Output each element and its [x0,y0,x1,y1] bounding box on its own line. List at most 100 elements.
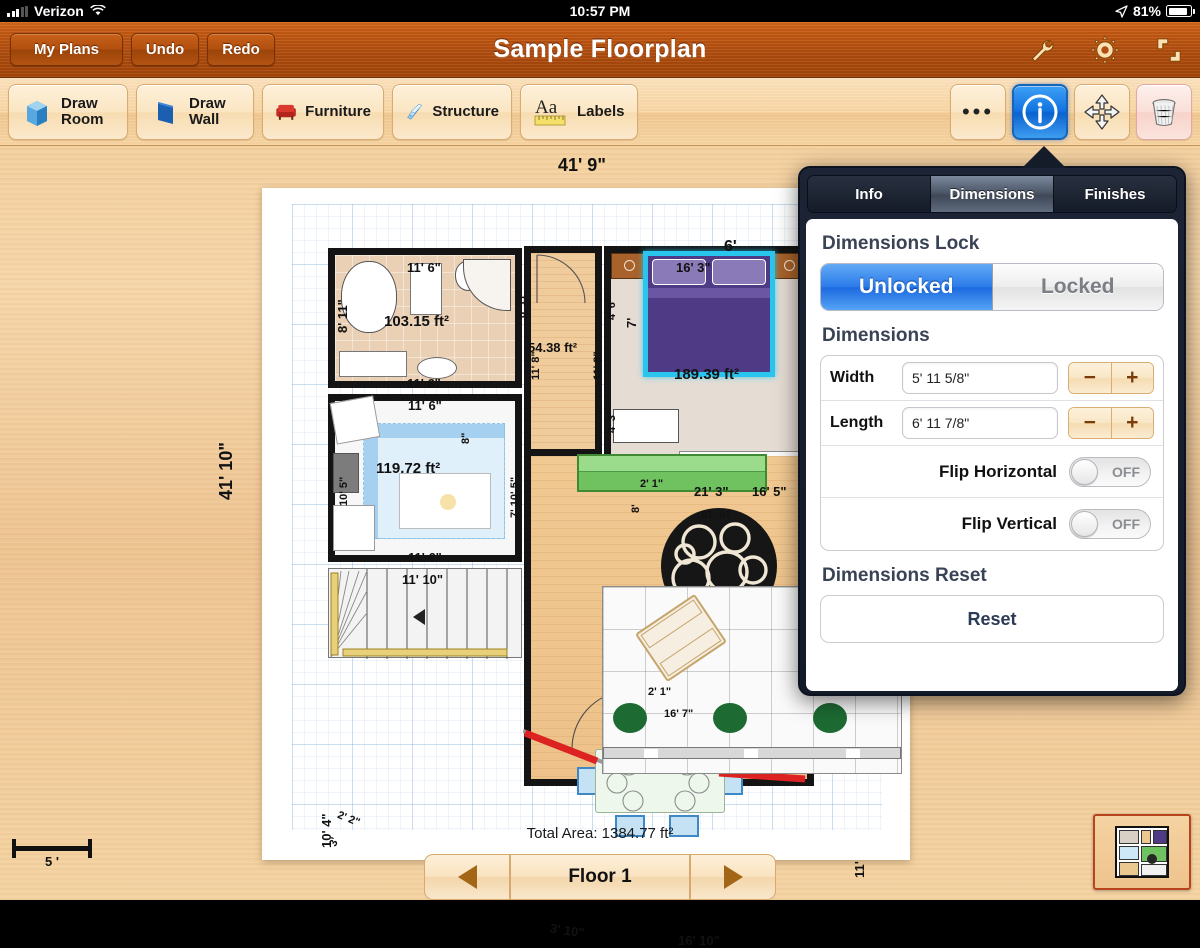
flip-horizontal-knob [1071,459,1098,485]
dim-bed-left: 7' [624,318,639,328]
flip-vertical-row: Flip Vertical OFF [821,498,1163,550]
tool-draw-wall[interactable]: DrawWall [136,84,254,140]
title-bar-right-icons [1024,33,1186,67]
tool-draw-room[interactable]: DrawRoom [8,84,128,140]
tool-structure-label: Structure [432,104,499,120]
svg-text:Aa: Aa [535,97,558,118]
dim-extra-5: 2' 1" [640,478,663,490]
popover-tab-bar: Info Dimensions Finishes [807,175,1177,213]
door-arc [533,253,595,309]
dim-patio-b: 2' 1" [648,686,671,698]
dim-kids-nook: 8" [460,433,472,444]
labels-aa-ruler-icon: Aa [533,95,569,129]
redo-button[interactable]: Redo [207,33,275,66]
flip-horizontal-state: OFF [1112,464,1140,480]
length-minus-button[interactable]: − [1069,408,1112,438]
flip-horizontal-toggle[interactable]: OFF [1069,457,1151,487]
dim-bath-top: 11' 6" [407,260,441,275]
undo-button[interactable]: Undo [131,33,199,66]
shrub-2 [713,703,747,733]
overall-height-label: 41' 10" [216,442,237,500]
wrench-icon[interactable] [1024,33,1058,67]
flip-horizontal-label: Flip Horizontal [939,462,1057,482]
info-circle-glyph [1019,91,1061,133]
tool-structure[interactable]: Structure [392,84,512,140]
tool-furniture[interactable]: Furniture [262,84,384,140]
move-arrows-icon[interactable] [1074,84,1130,140]
width-minus-button[interactable]: − [1069,363,1112,393]
expand-icon[interactable] [1152,33,1186,67]
dim-bed-inner-1: 4' 6" [606,297,618,320]
arrow-right-icon [724,865,743,889]
more-ellipsis-icon[interactable]: ••• [950,84,1006,140]
shelf [333,505,375,551]
patio-lounger [635,594,727,682]
dim-extra-2: 16' 5" [752,484,787,499]
dim-bed-inner-2: 4' 3" [606,410,618,433]
scale-bar-label: 5 ' [12,854,92,869]
sofa [577,454,767,492]
dim-bath-left: 8' 11" [335,299,350,333]
scale-bar-line [14,846,90,851]
flip-horizontal-row: Flip Horizontal OFF [821,446,1163,498]
dim-living-angle-right: 3' 10" [549,921,585,941]
dimensions-lock-title: Dimensions Lock [822,233,1164,255]
nightstand-left [611,253,647,279]
width-stepper: − + [1068,362,1154,394]
dim-bed-top: 16' 3" [676,260,711,275]
area-kids-bedroom: 119.72 ft² [376,460,440,477]
shrub-3 [813,703,847,733]
length-label: Length [830,414,892,432]
info-icon[interactable] [1012,84,1068,140]
dimensions-group: Width 5' 11 5/8" − + Length 6' 11 7/8" −… [820,355,1164,551]
plan-thumbnail[interactable] [1093,814,1191,890]
overall-width-label: 41' 9" [558,155,606,176]
four-way-arrow-glyph [1082,92,1122,132]
dimensions-reset-title: Dimensions Reset [822,565,1164,587]
tool-labels-label: Labels [577,104,625,120]
width-label: Width [830,369,892,387]
main-toolbar: DrawRoom DrawWall Furniture [0,78,1200,146]
length-plus-button[interactable]: + [1112,408,1154,438]
dim-living-right: 11' [852,861,867,878]
reset-button[interactable]: Reset [820,595,1164,643]
floor-next-button[interactable] [690,854,776,900]
width-input[interactable]: 5' 11 5/8" [902,362,1058,394]
floor-prev-button[interactable] [424,854,510,900]
patio-wall [603,747,901,759]
dimensions-popover: Info Dimensions Finishes Dimensions Lock… [798,166,1186,696]
flip-vertical-knob [1071,511,1098,537]
scale-bar: 5 ' [12,846,92,869]
trash-icon[interactable] [1136,84,1192,140]
room-kids-bedroom[interactable] [328,394,522,562]
battery-icon [1166,5,1192,17]
bed-kids [399,473,491,529]
location-arrow-icon [1115,5,1128,18]
area-bedroom: 189.39 ft² [674,366,739,383]
floor-name-label[interactable]: Floor 1 [510,854,690,900]
tab-info[interactable]: Info [808,176,931,212]
my-plans-button[interactable]: My Plans [10,33,123,66]
width-plus-button[interactable]: + [1112,363,1154,393]
lock-option-unlocked[interactable]: Unlocked [821,264,993,310]
status-bar-right: 81% [1115,3,1192,19]
flip-vertical-state: OFF [1112,516,1140,532]
trash-can-glyph [1146,94,1182,130]
tab-dimensions[interactable]: Dimensions [931,176,1054,212]
tool-labels[interactable]: Aa Labels [520,84,638,140]
gear-icon[interactable] [1088,33,1122,67]
lock-option-locked[interactable]: Locked [993,264,1164,310]
popover-arrow [1022,146,1066,168]
status-bar-clock: 10:57 PM [0,3,1200,19]
structure-stairs-icon [405,97,424,127]
dim-kids-top: 11' 6" [408,398,442,413]
shrub-1 [613,703,647,733]
flip-vertical-toggle[interactable]: OFF [1069,509,1151,539]
tab-finishes[interactable]: Finishes [1054,176,1176,212]
length-input[interactable]: 6' 11 7/8" [902,407,1058,439]
furniture-armchair-icon [275,97,297,127]
area-master-bathroom: 103.15 ft² [384,313,449,330]
floor-navigator: Floor 1 [424,854,776,900]
dim-extra-1: 21' 3" [694,484,729,499]
room-bedroom[interactable] [604,246,814,472]
